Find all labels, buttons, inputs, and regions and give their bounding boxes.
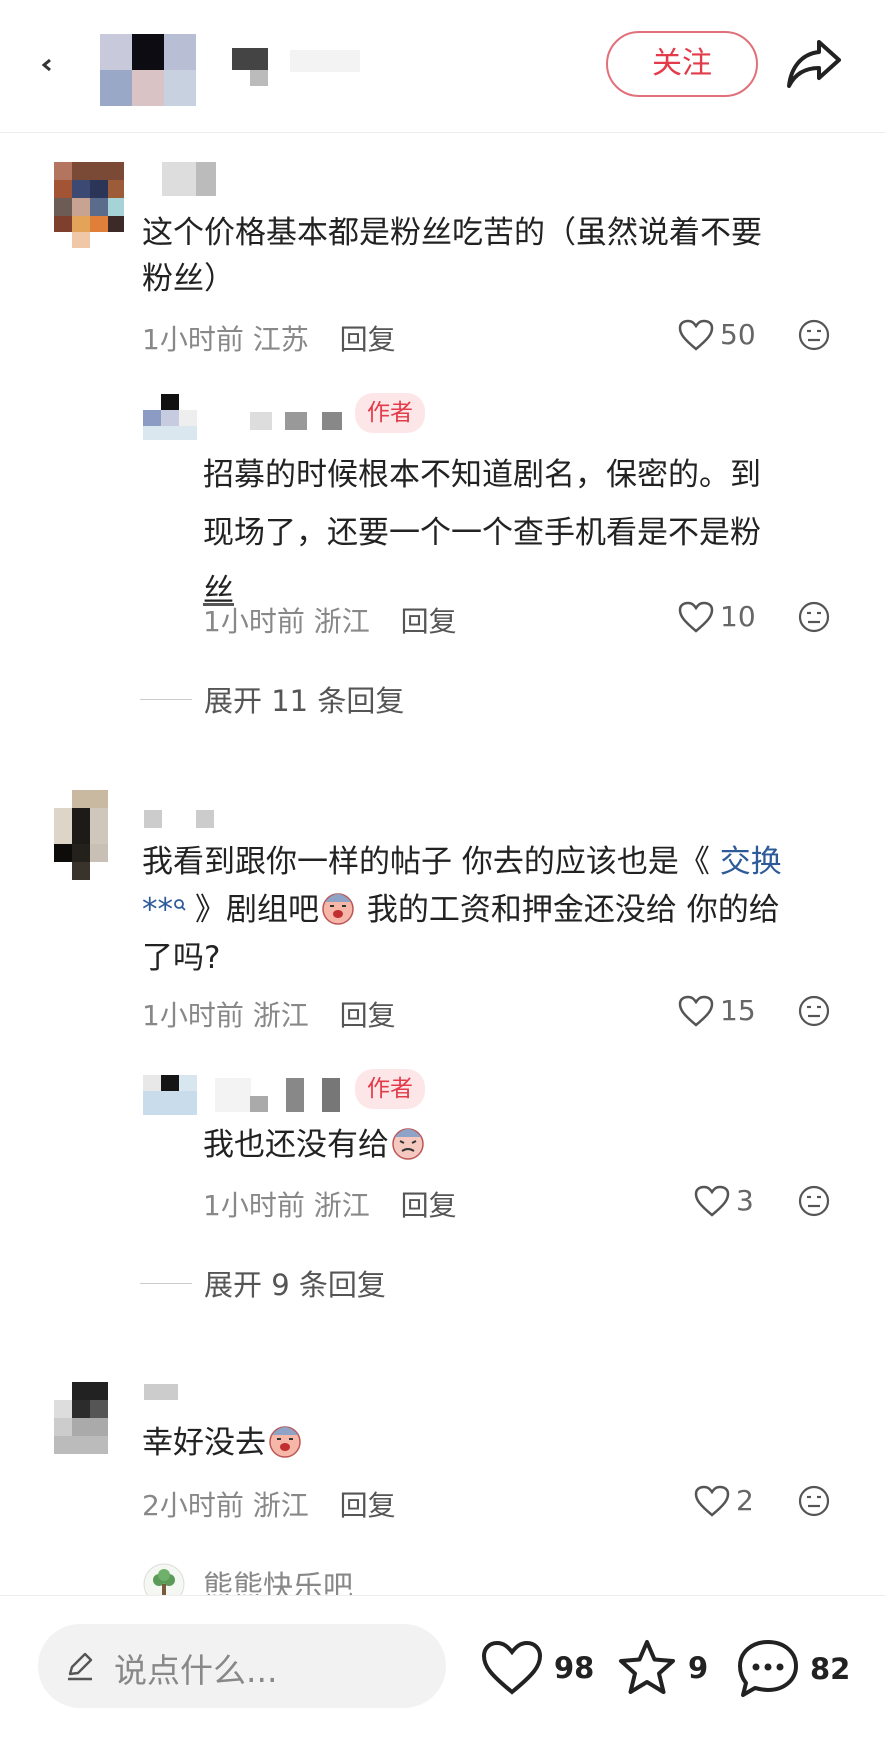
reply-text: 招募的时候根本不知道剧名，保密的。到 现场了，还要一个一个查手机看是不是粉 丝 (203, 457, 761, 609)
expand-replies-button[interactable]: 展开 11 条回复 (140, 678, 404, 720)
reply-text: 我也还没有给 (203, 1122, 427, 1168)
heart-icon (678, 601, 714, 633)
heart-icon (694, 1185, 730, 1217)
author-name-blurred[interactable] (232, 48, 268, 70)
top-bar: 关注 (0, 0, 885, 133)
dislike-face-icon[interactable] (798, 1485, 830, 1517)
star-icon (619, 1640, 675, 1694)
post-like-count: 98 (554, 1651, 595, 1685)
heart-icon (678, 319, 714, 351)
drama-title-link[interactable]: ** (142, 892, 173, 928)
reply-author-avatar[interactable] (143, 394, 197, 440)
follow-button[interactable]: 关注 (606, 31, 758, 97)
favorite-count: 9 (688, 1651, 709, 1685)
like-post-button[interactable]: 98 (480, 1640, 594, 1696)
commenter-avatar[interactable] (54, 162, 124, 248)
crying-emoji-icon (269, 1426, 301, 1458)
like-button[interactable]: 10 (678, 600, 756, 633)
author-badge: 作者 (355, 393, 425, 433)
reply-author-name-blurred[interactable] (215, 1078, 251, 1112)
crying-emoji-icon (322, 893, 354, 925)
reply-meta: 1小时前 浙江 回复 (203, 605, 457, 638)
favorite-button[interactable]: 9 (616, 1638, 708, 1698)
like-button[interactable]: 50 (678, 318, 756, 351)
reply-author-avatar[interactable] (143, 1075, 197, 1115)
comment-count: 82 (810, 1652, 851, 1686)
commenter-name-blurred[interactable] (144, 810, 162, 828)
like-button[interactable]: 15 (678, 994, 756, 1027)
comment-text: 这个价格基本都是粉丝吃苦的（虽然说着不要 粉丝） (142, 215, 762, 297)
pencil-icon (68, 1652, 93, 1681)
commenter-avatar[interactable] (54, 1382, 108, 1454)
comment-input[interactable]: 说点什么... (38, 1624, 446, 1708)
dislike-face-icon[interactable] (798, 601, 830, 633)
comment-text: 我看到跟你一样的帖子 你去的应该也是《 交换 ** 》剧组吧 我的工资和押金还没给… (142, 844, 782, 976)
reply-button[interactable]: 回复 (340, 323, 396, 356)
bottom-bar: 说点什么... 98 9 82 (0, 1595, 885, 1747)
dislike-face-icon[interactable] (798, 319, 830, 351)
reply-author-name-blurred[interactable] (250, 412, 272, 430)
search-icon[interactable] (173, 898, 187, 912)
like-button[interactable]: 3 (694, 1184, 754, 1217)
author-badge: 作者 (355, 1069, 425, 1109)
commenter-name-blurred[interactable] (144, 1384, 178, 1400)
comment-meta: 1小时前 江苏 回复 (142, 318, 396, 358)
reply-meta: 1小时前 浙江 回复 (203, 1189, 457, 1222)
heart-icon (481, 1640, 543, 1695)
back-icon[interactable] (40, 58, 54, 72)
comments-button[interactable]: 82 (736, 1638, 850, 1700)
reply-button[interactable]: 回复 (401, 605, 457, 638)
dislike-face-icon[interactable] (798, 1185, 830, 1217)
comment-meta: 1小时前 浙江 回复 (142, 999, 396, 1032)
reply-button[interactable]: 回复 (340, 999, 396, 1032)
reply-button[interactable]: 回复 (340, 1489, 396, 1522)
share-icon[interactable] (785, 38, 843, 90)
heart-icon (694, 1485, 730, 1517)
drama-title-link[interactable]: 交换 (720, 844, 782, 880)
reply-button[interactable]: 回复 (401, 1189, 457, 1222)
dislike-face-icon[interactable] (798, 995, 830, 1027)
like-button[interactable]: 2 (694, 1484, 754, 1517)
expand-replies-button[interactable]: 展开 9 条回复 (140, 1262, 386, 1304)
comment-meta: 2小时前 浙江 回复 (142, 1489, 396, 1522)
comment-text: 幸好没去 (142, 1420, 304, 1466)
comment-bubble-icon (738, 1640, 798, 1697)
commenter-avatar[interactable] (54, 790, 108, 880)
author-avatar[interactable] (100, 34, 196, 106)
comment-location: 江苏 (252, 323, 309, 356)
comment-input-placeholder: 说点什么... (114, 1651, 278, 1690)
comment-time: 1小时前 (142, 323, 244, 356)
like-count: 50 (720, 318, 756, 351)
sad-emoji-icon (392, 1128, 424, 1160)
heart-icon (678, 995, 714, 1027)
